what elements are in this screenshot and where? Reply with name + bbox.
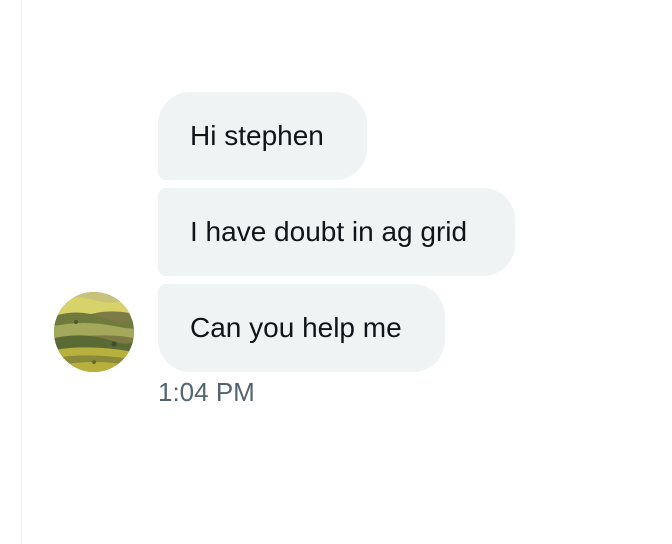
landscape-avatar-icon [54, 292, 134, 372]
message-timestamp: 1:04 PM [158, 377, 255, 407]
message-bubble-2[interactable]: I have doubt in ag grid [158, 188, 515, 276]
sender-avatar[interactable] [54, 292, 134, 372]
message-text: Can you help me [190, 312, 402, 343]
message-text: Hi stephen [190, 120, 324, 151]
message-bubble-1[interactable]: Hi stephen [158, 92, 367, 180]
message-text: I have doubt in ag grid [190, 216, 468, 247]
conversation-left-border [21, 0, 22, 544]
message-bubble-3[interactable]: Can you help me [158, 284, 445, 372]
